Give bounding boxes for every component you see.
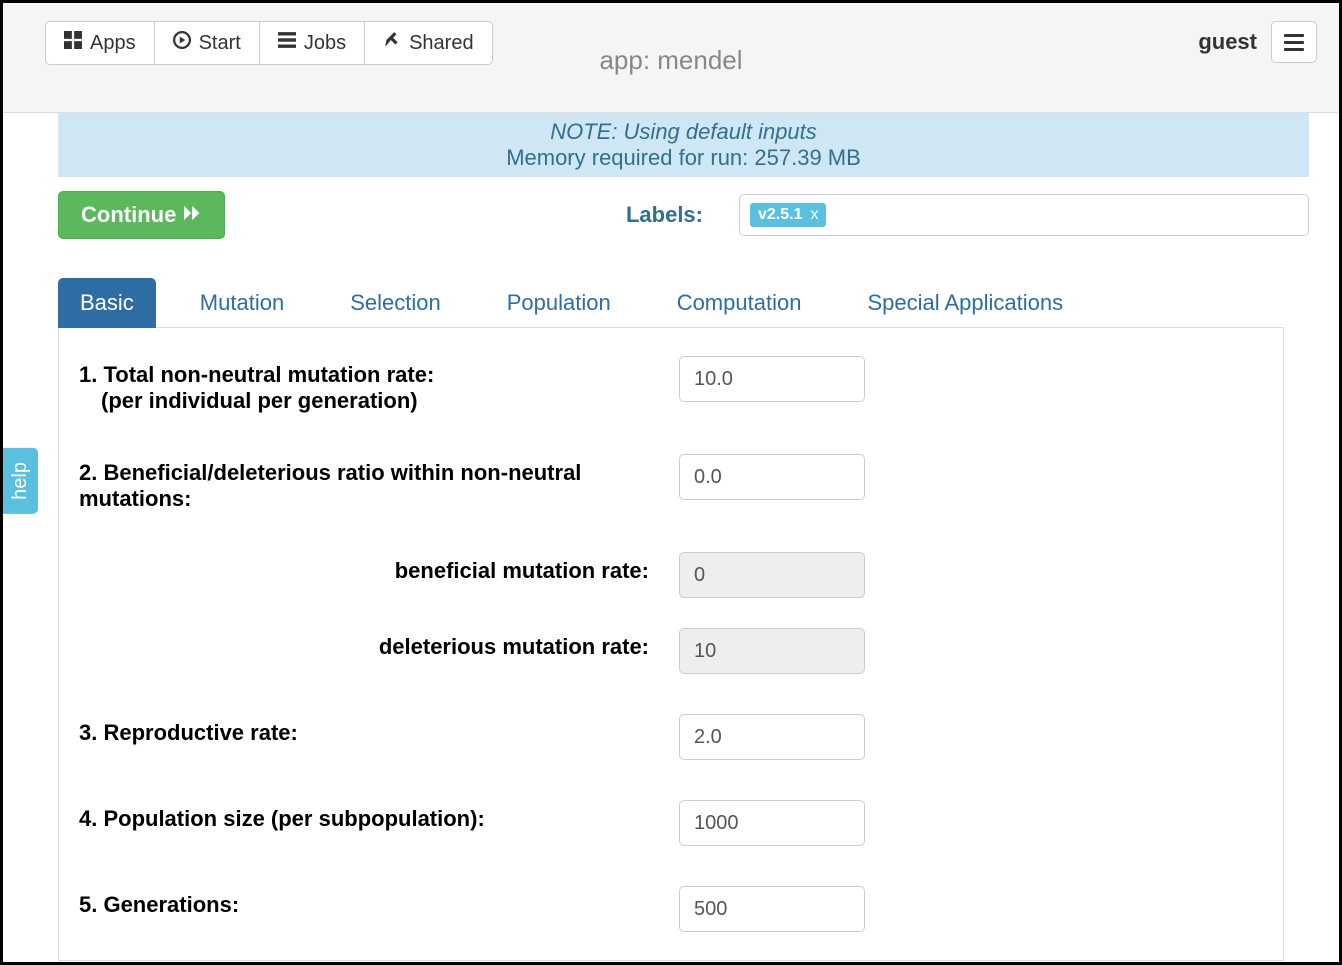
labels-input[interactable]: v2.5.1 x: [739, 194, 1309, 236]
tab-computation[interactable]: Computation: [655, 278, 824, 328]
input-generations[interactable]: [679, 886, 865, 932]
help-tab[interactable]: help: [3, 448, 38, 514]
row-reproductive-rate: 3. Reproductive rate:: [79, 714, 1263, 760]
banner-memory: Memory required for run: 257.39 MB: [58, 145, 1309, 171]
user-label: guest: [1198, 29, 1257, 55]
start-label: Start: [199, 32, 241, 55]
input-mutation-rate[interactable]: [679, 356, 865, 402]
label-population-size: 4. Population size (per subpopulation):: [79, 800, 679, 832]
controls-row: Continue Labels: v2.5.1 x: [3, 177, 1339, 253]
tab-special-applications[interactable]: Special Applications: [845, 278, 1085, 328]
row-population-size: 4. Population size (per subpopulation):: [79, 800, 1263, 846]
label-mutation-rate: 1. Total non-neutral mutation rate: (per…: [79, 356, 679, 414]
shared-button[interactable]: Shared: [364, 21, 493, 65]
shared-label: Shared: [409, 32, 474, 55]
input-beneficial-rate: [679, 552, 865, 598]
row-mutation-rate: 1. Total non-neutral mutation rate: (per…: [79, 356, 1263, 414]
tabs: Basic Mutation Selection Population Comp…: [58, 277, 1284, 328]
continue-label: Continue: [81, 202, 176, 228]
forward-icon: [184, 202, 202, 228]
topbar-right: guest: [1198, 21, 1317, 63]
apps-label: Apps: [90, 32, 136, 55]
input-deleterious-rate: [679, 628, 865, 674]
label-ratio: 2. Beneficial/deleterious ratio within n…: [79, 454, 679, 512]
input-reproductive-rate[interactable]: [679, 714, 865, 760]
tag-remove-icon[interactable]: x: [810, 206, 818, 224]
row-generations: 5. Generations:: [79, 886, 1263, 932]
input-ratio[interactable]: [679, 454, 865, 500]
banner-note: NOTE: Using default inputs: [58, 119, 1309, 145]
apps-button[interactable]: Apps: [45, 21, 155, 65]
version-tag: v2.5.1 x: [750, 203, 826, 227]
jobs-label: Jobs: [304, 32, 346, 55]
row-deleterious-rate: deleterious mutation rate:: [79, 628, 1263, 674]
tab-selection[interactable]: Selection: [328, 278, 463, 328]
info-banner: NOTE: Using default inputs Memory requir…: [58, 113, 1309, 177]
tab-basic[interactable]: Basic: [58, 278, 156, 328]
label-beneficial-rate: beneficial mutation rate:: [79, 552, 679, 584]
label-generations: 5. Generations:: [79, 886, 679, 918]
jobs-button[interactable]: Jobs: [259, 21, 365, 65]
labels-label: Labels:: [626, 202, 703, 228]
row-ratio: 2. Beneficial/deleterious ratio within n…: [79, 454, 1263, 512]
tab-content-basic: 1. Total non-neutral mutation rate: (per…: [58, 328, 1284, 961]
tab-mutation[interactable]: Mutation: [178, 278, 306, 328]
apps-icon: [64, 31, 82, 55]
hamburger-icon: [1284, 34, 1304, 37]
start-button[interactable]: Start: [154, 21, 260, 65]
nav-button-group: Apps Start Jobs Shared: [45, 21, 493, 65]
label-reproductive-rate: 3. Reproductive rate:: [79, 714, 679, 746]
input-population-size[interactable]: [679, 800, 865, 846]
tasks-icon: [278, 31, 296, 55]
menu-button[interactable]: [1271, 21, 1317, 63]
app-title: app: mendel: [599, 45, 742, 76]
tabs-section: Basic Mutation Selection Population Comp…: [3, 253, 1339, 961]
topbar: Apps Start Jobs Shared app: mendel guest: [3, 3, 1339, 113]
row-beneficial-rate: beneficial mutation rate:: [79, 552, 1263, 598]
continue-button[interactable]: Continue: [58, 191, 225, 239]
label-deleterious-rate: deleterious mutation rate:: [79, 628, 679, 660]
tab-population[interactable]: Population: [485, 278, 633, 328]
pin-icon: [383, 31, 401, 55]
play-circle-icon: [173, 31, 191, 55]
tag-text: v2.5.1: [758, 206, 802, 224]
